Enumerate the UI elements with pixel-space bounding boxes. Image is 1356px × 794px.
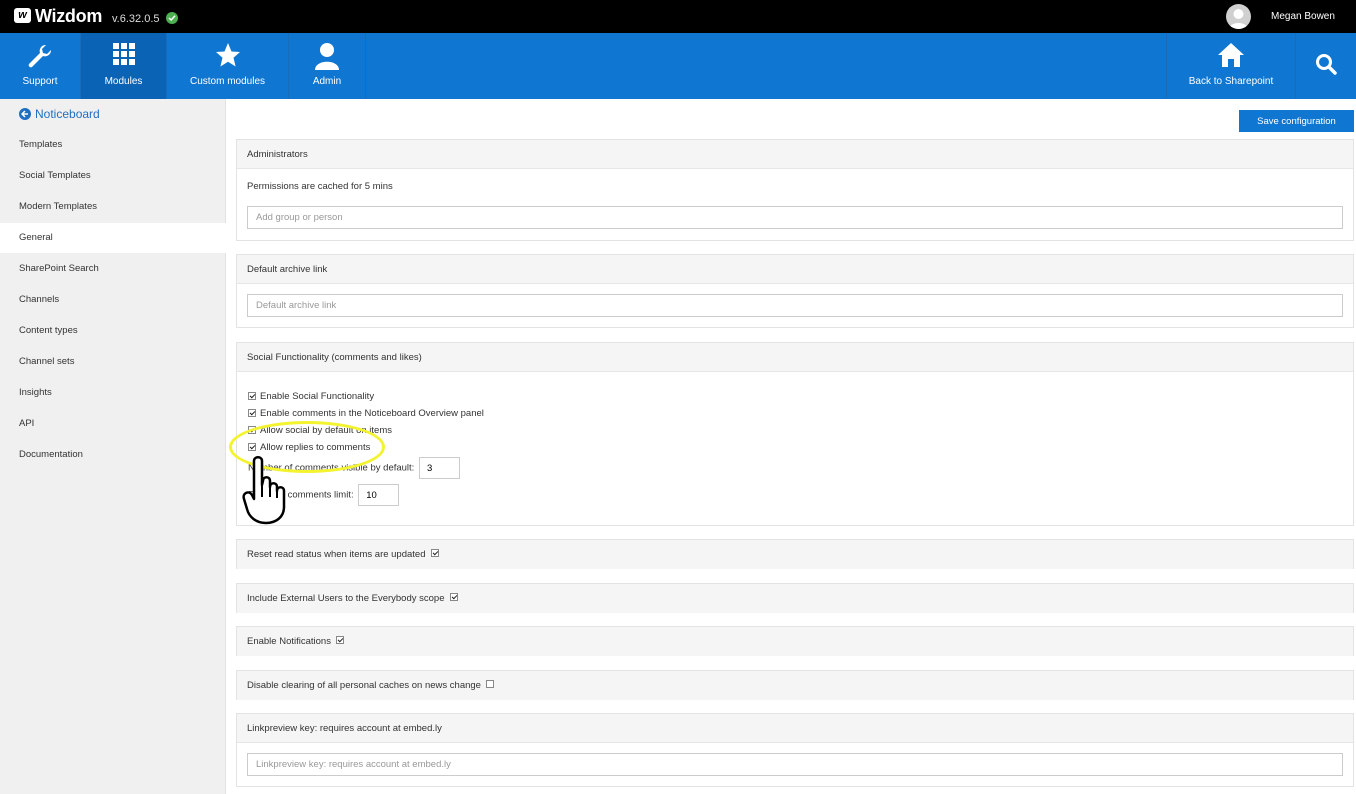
notifications-header: Enable Notifications <box>237 627 1353 656</box>
permissions-note: Permissions are cached for 5 mins <box>247 181 393 192</box>
reset-read-checkbox[interactable] <box>430 549 439 558</box>
allow-replies-checkbox[interactable] <box>248 443 256 452</box>
sidebar-item-api[interactable]: API <box>0 409 226 439</box>
sidebar-item-templates[interactable]: Templates <box>0 130 226 160</box>
allow-social-default-checkbox[interactable] <box>248 426 256 435</box>
save-configuration-button[interactable]: Save configuration <box>1239 110 1354 132</box>
administrators-panel: Administrators Permissions are cached fo… <box>236 139 1354 241</box>
main-content: Save configuration Administrators Permis… <box>226 99 1356 794</box>
status-ok-icon <box>166 12 178 24</box>
disable-cache-panel: Disable clearing of all personal caches … <box>236 670 1354 700</box>
enable-social-row[interactable]: Enable Social Functionality <box>248 391 374 402</box>
sidebar-item-insights[interactable]: Insights <box>0 378 226 408</box>
brand-name: Wizdom <box>35 6 103 26</box>
nav-custom-modules[interactable]: Custom modules <box>167 33 289 99</box>
user-name[interactable]: Megan Bowen <box>1271 11 1335 22</box>
back-arrow-icon[interactable] <box>19 108 31 120</box>
notifications-panel: Enable Notifications <box>236 626 1354 656</box>
top-bar: w Wizdom v.6.32.0.5 Megan Bowen <box>0 0 1356 33</box>
enable-comments-checkbox[interactable] <box>248 409 256 418</box>
archive-link-title: Default archive link <box>237 255 1353 284</box>
avatar[interactable] <box>1226 4 1251 29</box>
enable-comments-label: Enable comments in the Noticeboard Overv… <box>260 408 484 419</box>
sidebar-title: Noticeboard <box>35 107 100 121</box>
allow-social-default-label: Allow social by default on items <box>260 425 393 436</box>
sidebar-item-channels[interactable]: Channels <box>0 285 226 315</box>
sidebar-item-modern-templates[interactable]: Modern Templates <box>0 192 226 222</box>
nav-support[interactable]: Support <box>0 33 81 99</box>
nav-modules-label: Modules <box>104 76 143 87</box>
social-functionality-panel: Social Functionality (comments and likes… <box>236 342 1354 526</box>
allow-replies-row[interactable]: Allow replies to comments <box>248 442 370 453</box>
archive-link-input[interactable] <box>247 294 1343 317</box>
nav-admin-label: Admin <box>312 76 342 87</box>
star-icon <box>215 42 241 71</box>
external-users-checkbox[interactable] <box>449 593 458 602</box>
add-group-or-person-input[interactable] <box>247 206 1343 229</box>
grid-icon <box>112 42 136 69</box>
nav-support-label: Support <box>22 76 58 87</box>
enable-social-checkbox[interactable] <box>248 392 256 401</box>
disable-cache-checkbox[interactable] <box>485 680 494 689</box>
wizdom-logo-icon: w <box>14 8 31 23</box>
linkpreview-key-input[interactable] <box>247 753 1343 776</box>
nav-admin[interactable]: Admin <box>289 33 366 99</box>
linkpreview-title: Linkpreview key: requires account at emb… <box>237 714 1353 743</box>
external-users-header: Include External Users to the Everybody … <box>237 584 1353 613</box>
disable-cache-label: Disable clearing of all personal caches … <box>247 680 481 691</box>
archive-link-panel: Default archive link <box>236 254 1354 328</box>
linkpreview-panel: Linkpreview key: requires account at emb… <box>236 713 1354 787</box>
disable-cache-header: Disable clearing of all personal caches … <box>237 671 1353 700</box>
notifications-label: Enable Notifications <box>247 636 331 647</box>
allow-social-default-row[interactable]: Allow social by default on items <box>248 425 392 436</box>
main-nav: Support Modules Custom modules Admin Bac… <box>0 33 1356 99</box>
nav-back-label: Back to Sharepoint <box>1188 76 1274 87</box>
nav-back-to-sharepoint[interactable]: Back to Sharepoint <box>1166 33 1296 99</box>
sidebar-item-sharepoint-search[interactable]: SharePoint Search <box>0 254 226 284</box>
reset-read-label: Reset read status when items are updated <box>247 549 426 560</box>
allow-replies-label: Allow replies to comments <box>260 442 371 453</box>
reset-read-header: Reset read status when items are updated <box>237 540 1353 569</box>
previous-limit-label: Previous comments limit: <box>248 489 354 501</box>
nav-modules[interactable]: Modules <box>81 33 167 99</box>
sidebar-item-channel-sets[interactable]: Channel sets <box>0 347 226 377</box>
previous-limit-input[interactable] <box>358 484 400 506</box>
sidebar-item-content-types[interactable]: Content types <box>0 316 226 346</box>
sidebar-item-documentation[interactable]: Documentation <box>0 440 226 470</box>
enable-social-label: Enable Social Functionality <box>260 391 375 402</box>
search-icon <box>1315 53 1337 78</box>
comments-visible-row: Number of comments visible by default: <box>248 457 460 479</box>
user-icon <box>314 42 340 73</box>
external-users-panel: Include External Users to the Everybody … <box>236 583 1354 613</box>
nav-custom-modules-label: Custom modules <box>189 76 266 87</box>
version-label: v.6.32.0.5 <box>112 13 160 25</box>
comments-visible-input[interactable] <box>418 457 460 479</box>
comments-visible-label: Number of comments visible by default: <box>248 462 415 474</box>
sidebar: Noticeboard Templates Social Templates M… <box>0 99 227 794</box>
administrators-title: Administrators <box>237 140 1353 169</box>
wrench-icon <box>26 42 54 73</box>
sidebar-item-general[interactable]: General <box>0 223 227 253</box>
sidebar-item-social-templates[interactable]: Social Templates <box>0 161 226 191</box>
notifications-checkbox[interactable] <box>335 636 344 645</box>
previous-limit-row: Previous comments limit: <box>248 484 400 506</box>
search-button[interactable] <box>1296 33 1356 99</box>
external-users-label: Include External Users to the Everybody … <box>247 593 445 604</box>
home-icon <box>1217 42 1245 71</box>
social-functionality-title: Social Functionality (comments and likes… <box>237 343 1353 372</box>
reset-read-panel: Reset read status when items are updated <box>236 539 1354 569</box>
enable-comments-row[interactable]: Enable comments in the Noticeboard Overv… <box>248 408 484 419</box>
